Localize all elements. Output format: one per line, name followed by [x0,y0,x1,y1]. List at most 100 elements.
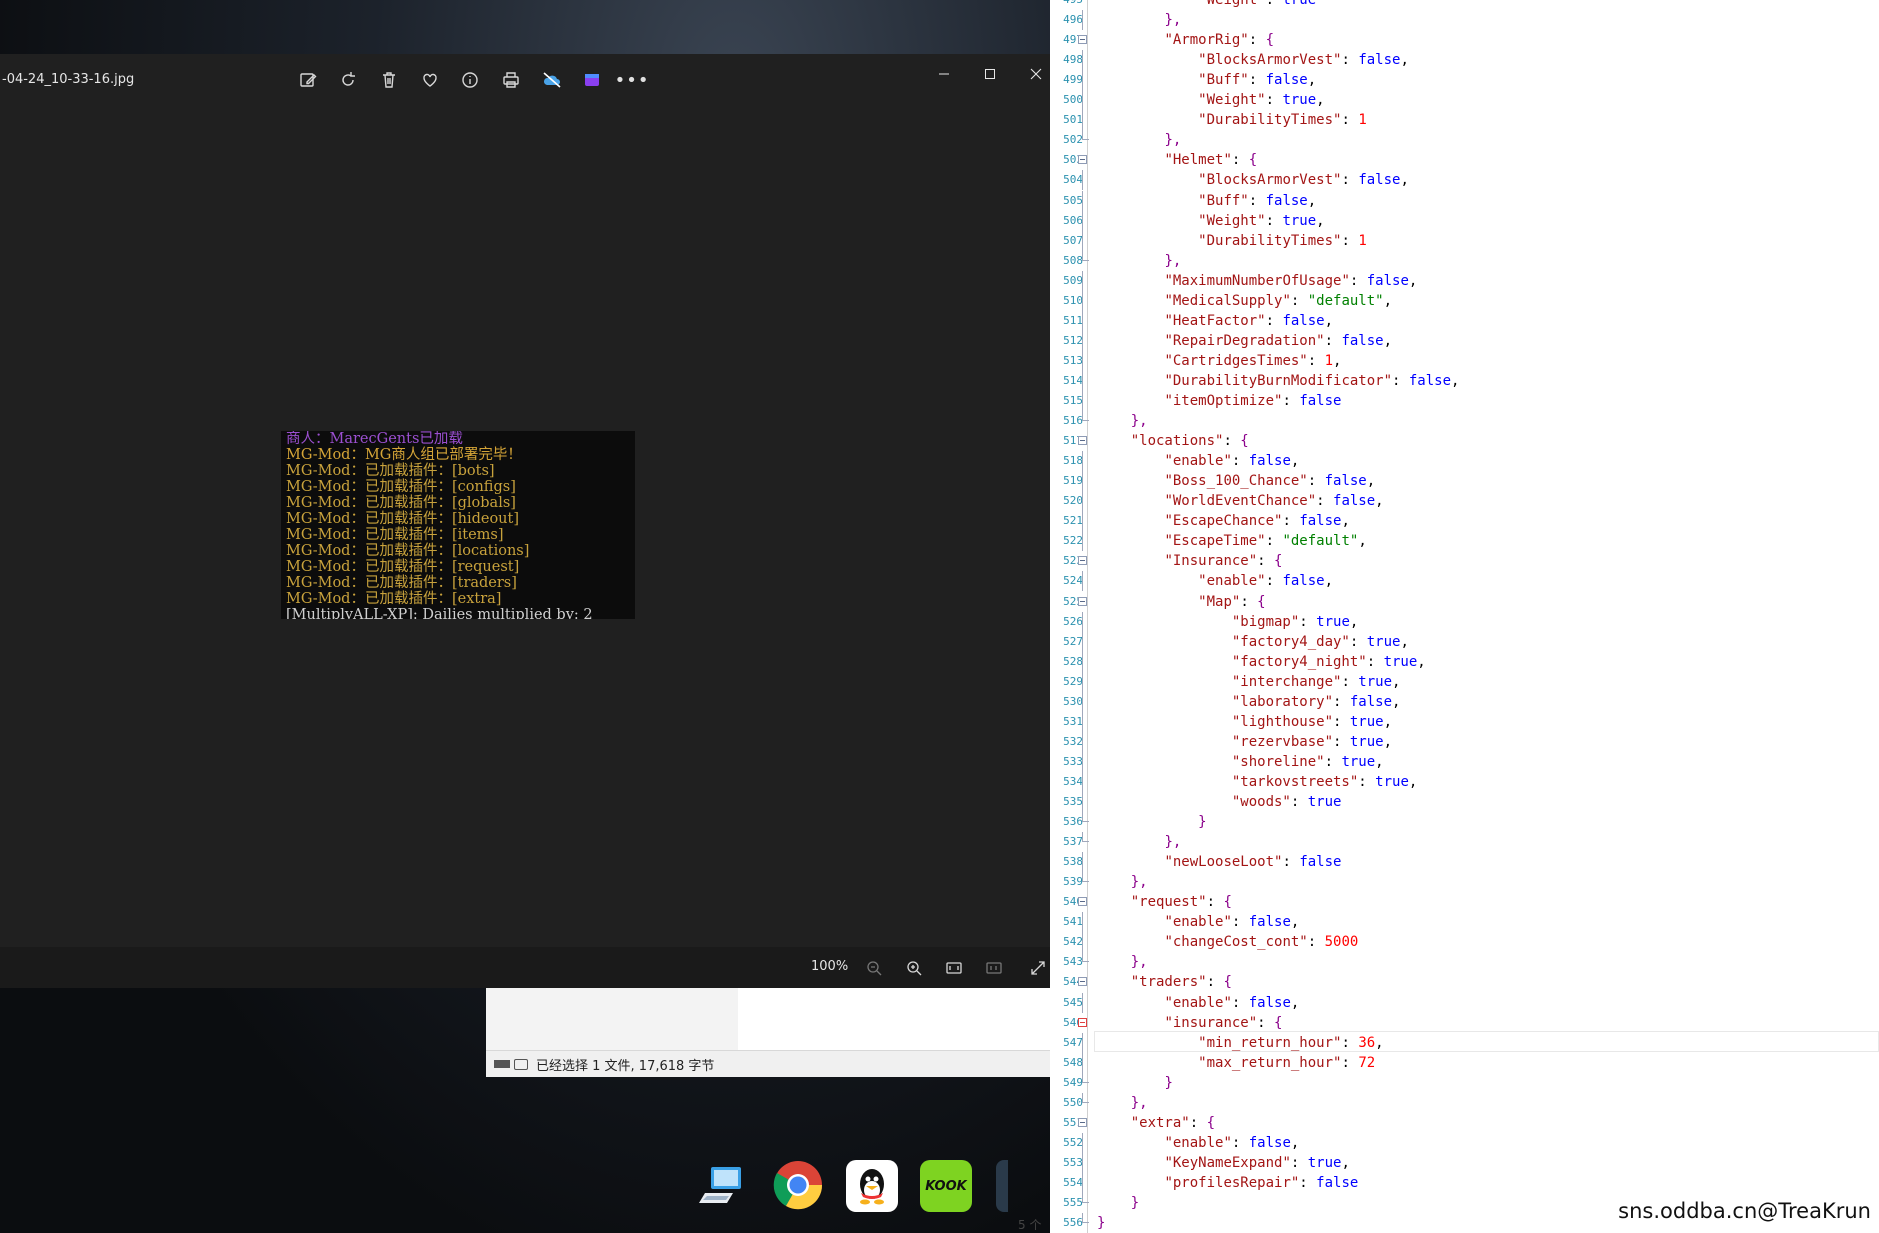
code-line[interactable]: 526 "bigmap": true, [1050,611,1879,632]
code-line[interactable]: 511 "HeatFactor": false, [1050,310,1879,331]
zoom-out-button[interactable] [861,955,887,981]
code-editor[interactable]: 495 "Weight": true496 },497 "ArmorRig": … [1050,0,1879,1233]
taskbar-item-kook[interactable]: KOOK [920,1160,972,1212]
code-line[interactable]: 507 "DurabilityTimes": 1 [1050,230,1879,251]
code-line[interactable]: 547 "min_return_hour": 36, [1050,1032,1879,1053]
explorer-nav-pane[interactable] [486,988,738,1050]
code-line[interactable]: 524 "enable": false, [1050,571,1879,592]
fit-to-window-button[interactable] [941,955,967,981]
actual-size-button[interactable] [981,955,1007,981]
code-line[interactable]: 528 "factory4_night": true, [1050,651,1879,672]
code-token: : [1290,1154,1308,1171]
delete-button[interactable] [375,66,403,94]
code-line[interactable]: 550 }, [1050,1092,1879,1113]
code-line[interactable]: 532 "rezervbase": true, [1050,731,1879,752]
fold-toggle-icon[interactable] [1078,1017,1087,1027]
edit-image-button[interactable] [294,66,322,94]
code-line[interactable]: 519 "Boss_100_Chance": false, [1050,471,1879,492]
code-line[interactable]: 525 "Map": { [1050,592,1879,612]
code-token: : [1341,112,1359,129]
fold-toggle-icon[interactable] [1078,1117,1087,1127]
code-line[interactable]: 518 "enable": false, [1050,451,1879,472]
taskbar-item-this-pc[interactable] [697,1161,749,1213]
taskbar-item-partial[interactable] [996,1160,1008,1212]
code-line[interactable]: 553 "KeyNameExpand": true, [1050,1152,1879,1173]
code-line[interactable]: 541 "enable": false, [1050,912,1879,933]
code-line[interactable]: 521 "EscapeChance": false, [1050,511,1879,532]
fold-toggle-icon[interactable] [1078,897,1087,907]
code-line[interactable]: 502 }, [1050,130,1879,150]
code-line[interactable]: 552 "enable": false, [1050,1132,1879,1153]
code-line[interactable]: 535 "woods": true [1050,792,1879,812]
maximize-button[interactable] [968,58,1012,90]
code-line[interactable]: 549 } [1050,1072,1879,1093]
code-line[interactable]: 548 "max_return_hour": 72 [1050,1052,1879,1073]
code-line[interactable]: 536 } [1050,812,1879,832]
code-line[interactable]: 520 "WorldEventChance": false, [1050,491,1879,512]
code-line[interactable]: 522 "EscapeTime": "default", [1050,531,1879,552]
photos-toolbar: -04-24_10-33-16.jpg ••• [0,54,1060,104]
code-line[interactable]: 504 "BlocksArmorVest": false, [1050,170,1879,191]
onedrive-button[interactable] [538,66,566,94]
file-info-button[interactable] [456,66,484,94]
code-line[interactable]: 542 "changeCost_cont": 5000 [1050,932,1879,953]
code-line[interactable]: 495 "Weight": true [1050,0,1879,10]
code-line[interactable]: 538 "newLooseLoot": false [1050,852,1879,873]
code-line[interactable]: 513 "CartridgesTimes": 1, [1050,350,1879,371]
code-token: "DurabilityBurnModificator" [1164,372,1393,389]
rotate-button[interactable] [334,66,362,94]
code-line[interactable]: 537 }, [1050,832,1879,852]
clipchamp-button[interactable] [578,66,606,94]
code-line[interactable]: 530 "laboratory": false, [1050,691,1879,712]
code-line[interactable]: 506 "Weight": true, [1050,210,1879,231]
code-line[interactable]: 508 }, [1050,250,1879,271]
code-line[interactable]: 540 "request": { [1050,892,1879,912]
code-line[interactable]: 533 "shoreline": true, [1050,751,1879,772]
code-line[interactable]: 529 "interchange": true, [1050,671,1879,692]
code-line[interactable]: 534 "tarkovstreets": true, [1050,771,1879,792]
zoom-level[interactable]: 100% [811,959,848,974]
code-line[interactable]: 531 "lighthouse": true, [1050,711,1879,732]
code-line[interactable]: 512 "RepairDegradation": false, [1050,330,1879,351]
fold-toggle-icon[interactable] [1078,596,1087,606]
fold-toggle-icon[interactable] [1078,155,1087,165]
fold-toggle-icon[interactable] [1078,436,1087,446]
code-line[interactable]: 509 "MaximumNumberOfUsage": false, [1050,270,1879,291]
fullscreen-button[interactable] [1025,955,1051,981]
code-line[interactable]: 527 "factory4_day": true, [1050,631,1879,652]
code-line[interactable]: 499 "Buff": false, [1050,70,1879,91]
code-line[interactable]: 554 "profilesRepair": false [1050,1172,1879,1193]
zoom-in-button[interactable] [901,955,927,981]
code-line[interactable]: 539 }, [1050,872,1879,892]
code-line[interactable]: 498 "BlocksArmorVest": false, [1050,50,1879,71]
code-line[interactable]: 523 "Insurance": { [1050,551,1879,571]
more-options-button[interactable]: ••• [615,66,649,94]
code-line[interactable]: 517 "locations": { [1050,431,1879,451]
code-line[interactable]: 500 "Weight": true, [1050,90,1879,111]
fold-toggle-icon[interactable] [1078,556,1087,566]
code-line[interactable]: 545 "enable": false, [1050,992,1879,1013]
code-token: true [1358,673,1393,690]
taskbar-item-chrome[interactable] [772,1159,824,1211]
fold-toggle-icon[interactable] [1078,977,1087,987]
task-count-label: 5 个 [1018,1218,1042,1232]
code-line[interactable]: 503 "Helmet": { [1050,150,1879,170]
taskbar-item-qq[interactable] [846,1160,898,1212]
code-line[interactable]: 515 "itemOptimize": false [1050,391,1879,411]
print-button[interactable] [497,66,525,94]
code-line[interactable]: 516 }, [1050,411,1879,431]
code-line[interactable]: 496 }, [1050,10,1879,31]
code-line[interactable]: 501 "DurabilityTimes": 1 [1050,110,1879,131]
fold-toggle-icon[interactable] [1078,35,1087,45]
code-line[interactable]: 551 "extra": { [1050,1113,1879,1133]
code-line[interactable]: 544 "traders": { [1050,972,1879,992]
favorite-button[interactable] [416,66,444,94]
code-line[interactable]: 543 }, [1050,952,1879,972]
minimize-button[interactable] [922,58,966,90]
code-line[interactable]: 505 "Buff": false, [1050,190,1879,211]
code-line[interactable]: 514 "DurabilityBurnModificator": false, [1050,370,1879,391]
code-line[interactable]: 497 "ArmorRig": { [1050,30,1879,50]
code-line[interactable]: 546 "insurance": { [1050,1013,1879,1033]
code-line[interactable]: 510 "MedicalSupply": "default", [1050,290,1879,311]
